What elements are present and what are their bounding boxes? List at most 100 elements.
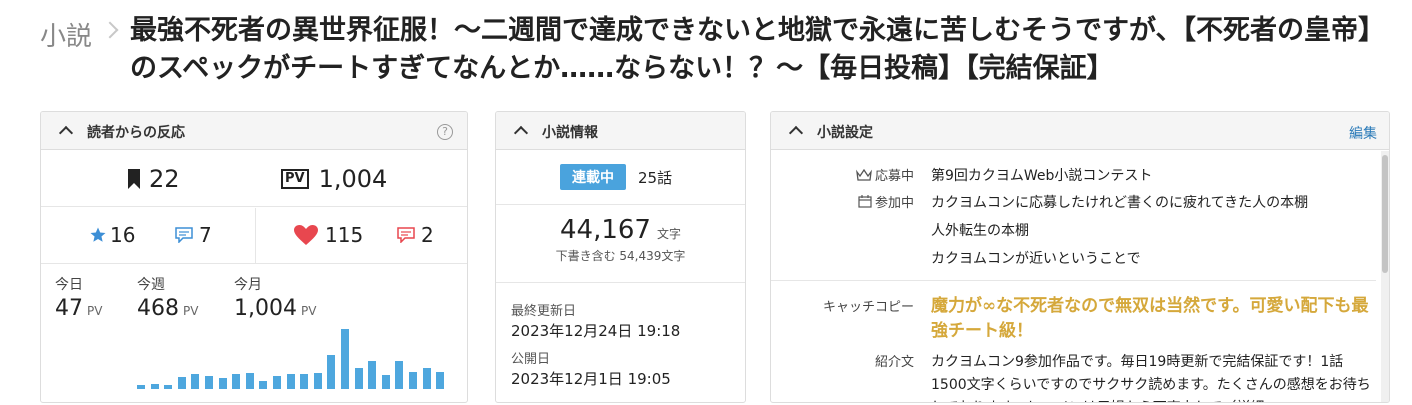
pv-bar [191, 374, 200, 389]
chevron-up-icon[interactable] [513, 125, 529, 141]
follow-count: 22 [127, 165, 180, 193]
pv-week: 今週 468 PV [137, 274, 198, 321]
divider [496, 204, 745, 205]
intro-label: 紹介文 [875, 351, 914, 370]
heart-count-value: 115 [325, 223, 364, 247]
novel-info-panel: 小説情報 連載中 25話 44,167 文字 下書き含む 54,439文字 最終更… [495, 111, 746, 403]
pv-month: 今月 1,004 PV [234, 274, 316, 321]
pv-bar [300, 374, 309, 389]
char-count-value: 44,167 [560, 215, 651, 245]
pv-total: PV 1,004 [281, 165, 387, 193]
chevron-up-icon[interactable] [58, 125, 74, 141]
pv-bar-chart [137, 327, 457, 389]
follow-count-value: 22 [149, 165, 180, 193]
pv-bar [177, 377, 186, 389]
collection-link[interactable]: 人外転生の本棚 [931, 220, 1029, 240]
comment-count-value: 2 [421, 223, 434, 247]
pv-today: 今日 47 PV [55, 274, 102, 321]
catchphrase-label: キャッチコピー [823, 296, 914, 315]
pv-bar [150, 384, 159, 389]
intro-label-text: 紹介文 [874, 355, 914, 370]
pv-bar [436, 372, 445, 389]
review-count-value: 7 [199, 223, 212, 247]
pv-bar [137, 385, 145, 389]
pv-week-label: 今週 [137, 277, 165, 293]
pv-unit: PV [183, 304, 199, 318]
page-title: 最強不死者の異世界征服！〜二週間で達成できないと地獄で永遠に苦しむそうですが、【… [130, 15, 1385, 84]
pv-bar [164, 385, 173, 389]
edit-link[interactable]: 編集 [1349, 123, 1377, 143]
last-updated-label: 最終更新日 [511, 304, 577, 319]
char-count-unit: 文字 [656, 227, 681, 241]
chevron-up-icon[interactable] [788, 125, 804, 141]
pv-bar [245, 373, 254, 389]
intro-text: カクヨムコン9参加作品です。毎日19時更新で完結保証です！1話1500文字くらい… [931, 354, 1371, 402]
novel-settings-header[interactable]: 小説設定 編集 [771, 112, 1389, 150]
join-label: 参加中 [874, 196, 914, 211]
published-value: 2023年12月1日 19:05 [511, 370, 671, 388]
novel-settings-panel: 小説設定 編集 応募中 第9回カクヨムWeb小説コンテスト 参加中 カクヨムコン… [770, 111, 1390, 403]
divider [496, 282, 745, 283]
bookmark-icon [128, 169, 140, 189]
pv-bar [313, 373, 322, 389]
pv-bar [232, 374, 241, 389]
reader-reactions-title: 読者からの反応 [87, 125, 185, 141]
star-count[interactable]: 16 [89, 223, 135, 247]
pv-bar [422, 368, 431, 389]
collection-link[interactable]: カクヨムコンに応募したけれど書くのに疲れてきた人の本棚 [931, 192, 1308, 212]
pv-bar [259, 381, 268, 389]
pv-bar [218, 378, 227, 389]
review-count[interactable]: 7 [175, 223, 212, 247]
last-updated-value: 2023年12月24日 19:18 [511, 322, 681, 340]
comment-icon [397, 227, 415, 243]
contest-link[interactable]: 第9回カクヨムWeb小説コンテスト [931, 165, 1152, 185]
divider [771, 280, 1376, 281]
star-icon [90, 227, 106, 242]
calendar-icon [858, 195, 872, 208]
chevron-right-icon [101, 21, 119, 39]
pv-unit: PV [300, 304, 317, 318]
pv-bar [273, 376, 281, 389]
pv-bar [368, 361, 377, 389]
ratings-row: 16 7 115 2 [41, 208, 467, 264]
novel-settings-title: 小説設定 [817, 125, 873, 141]
published-label: 公開日 [511, 352, 551, 367]
pv-month-label: 今月 [234, 277, 262, 293]
pv-icon: PV [281, 169, 309, 189]
pv-bar [341, 329, 349, 389]
scrollbar[interactable] [1381, 151, 1389, 402]
novel-info-header[interactable]: 小説情報 [496, 112, 745, 150]
pv-bar [354, 368, 363, 389]
draft-char-count: 下書き含む 54,439文字 [555, 249, 686, 263]
reader-reactions-panel: 読者からの反応 ? 22 PV 1,004 16 7 115 2 今日 47 P… [40, 111, 468, 403]
heart-count[interactable]: 115 [293, 223, 363, 247]
catchphrase-text: 魔力が∞な不死者なので無双は当然です。可愛い配下も最強チート級！ [931, 296, 1369, 341]
entry-label: 応募中 [874, 169, 914, 184]
collection-link[interactable]: カクヨムコンが近いということで [931, 248, 1141, 268]
join-label-row: 参加中 [858, 192, 914, 211]
pv-unit: PV [87, 304, 103, 318]
pv-today-label: 今日 [55, 277, 83, 293]
entry-label-row: 応募中 [856, 165, 914, 184]
totals-row: 22 PV 1,004 [41, 151, 467, 207]
star-count-value: 16 [110, 223, 136, 247]
pv-bar [395, 361, 404, 389]
pv-bar [381, 375, 390, 389]
breadcrumb-category[interactable]: 小説 [40, 16, 92, 53]
pv-today-value: 47 [55, 296, 83, 321]
help-icon[interactable]: ? [437, 124, 453, 140]
reader-reactions-header[interactable]: 読者からの反応 ? [41, 112, 467, 150]
pv-bar [205, 376, 213, 389]
status-badge: 連載中 [560, 164, 626, 190]
pv-month-value: 1,004 [234, 296, 297, 321]
episode-count: 25話 [638, 168, 673, 187]
crown-icon [856, 168, 872, 181]
pv-bar [327, 355, 336, 389]
comment-count[interactable]: 2 [397, 223, 434, 247]
column-divider [255, 208, 256, 264]
scrollbar-thumb[interactable] [1382, 155, 1388, 273]
review-comment-icon [175, 227, 193, 243]
novel-info-title: 小説情報 [542, 125, 598, 141]
char-count: 44,167 文字 下書き含む 54,439文字 [496, 215, 745, 264]
pv-bar [409, 372, 417, 389]
